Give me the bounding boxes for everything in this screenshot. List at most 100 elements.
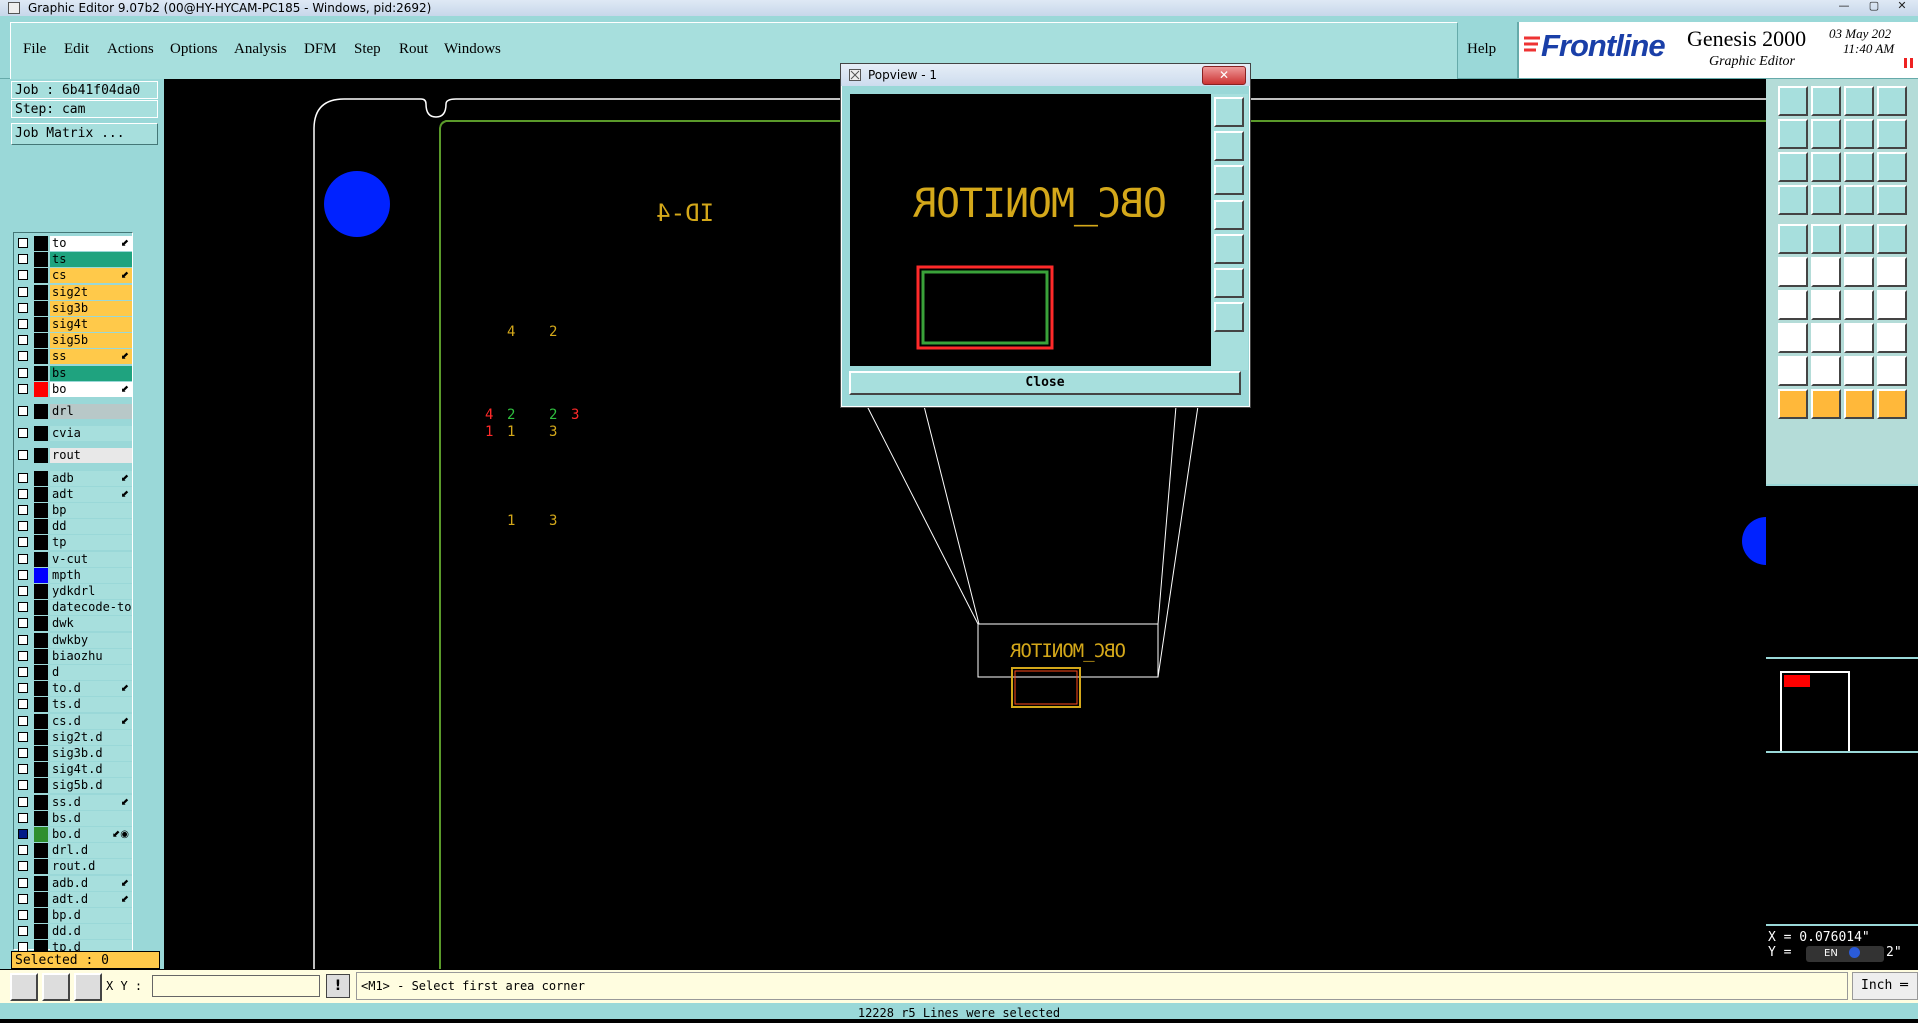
layer-color-swatch[interactable] — [34, 778, 48, 794]
zoom-back-icon[interactable] — [1811, 86, 1841, 116]
layer-checkbox[interactable] — [18, 877, 28, 888]
layer-color-swatch[interactable] — [34, 794, 48, 810]
layer-checkbox[interactable] — [18, 270, 28, 281]
layer-row[interactable]: sig5b.d — [14, 778, 132, 794]
layer-color-swatch[interactable] — [34, 681, 48, 697]
layer-color-swatch[interactable] — [34, 713, 48, 729]
close-window-icon[interactable]: ✕ — [1890, 0, 1914, 14]
layer-name[interactable]: drl.d — [50, 843, 132, 859]
layer-color-swatch[interactable] — [34, 827, 48, 842]
layer-checkbox[interactable] — [18, 553, 28, 564]
layer-color-swatch[interactable] — [34, 729, 48, 745]
layer-row[interactable]: adt ⬋ — [14, 486, 132, 502]
zoom-center-icon[interactable] — [1811, 152, 1841, 182]
layer-color-swatch[interactable] — [34, 551, 48, 567]
menu-dfm[interactable]: DFM — [304, 41, 337, 58]
layer-checkbox[interactable] — [18, 488, 28, 499]
popview-zoom-fit-icon[interactable] — [1214, 97, 1244, 127]
layer-name[interactable]: dd — [50, 519, 132, 535]
layer-row[interactable]: dwk — [14, 616, 132, 632]
select-net-icon[interactable] — [1844, 389, 1874, 419]
layer-color-swatch[interactable] — [34, 503, 48, 518]
popview-canvas[interactable]: OBC_MONITOR — [850, 94, 1211, 366]
layer-row[interactable]: sig4t.d — [14, 762, 132, 778]
select-box-icon[interactable] — [1811, 389, 1841, 419]
zoom-left-icon[interactable] — [1778, 119, 1808, 149]
layer-color-swatch[interactable] — [34, 365, 48, 381]
outline-triangle-icon[interactable] — [1811, 356, 1841, 386]
layer-name[interactable]: tp — [50, 535, 132, 551]
layer-name[interactable]: cvia — [50, 426, 132, 442]
layer-name[interactable]: sig3b.d — [50, 746, 132, 761]
layer-row[interactable]: ts — [14, 252, 132, 268]
menu-analysis[interactable]: Analysis — [234, 41, 287, 58]
menu-windows[interactable]: Windows — [444, 41, 501, 58]
layer-name[interactable]: ts.d — [50, 697, 132, 713]
layer-color-swatch[interactable] — [34, 924, 48, 940]
layer-name[interactable]: ts — [50, 252, 132, 268]
layer-row[interactable]: sig4t — [14, 317, 132, 332]
arc-icon[interactable] — [1844, 290, 1874, 320]
layer-color-swatch[interactable] — [34, 859, 48, 875]
layer-name[interactable]: bs — [50, 365, 132, 381]
layer-color-swatch[interactable] — [34, 426, 48, 442]
add-line-icon[interactable] — [1811, 224, 1841, 254]
layer-color-swatch[interactable] — [34, 300, 48, 316]
snap-icon[interactable] — [1778, 185, 1808, 215]
layer-name[interactable]: sig4t — [50, 317, 132, 332]
layer-color-swatch[interactable] — [34, 746, 48, 761]
layer-name[interactable]: rout — [50, 448, 132, 464]
scale-1-2-icon[interactable] — [1844, 152, 1874, 182]
layer-checkbox[interactable] — [18, 537, 28, 548]
layer-name[interactable]: sig3b — [50, 300, 132, 316]
layer-row[interactable]: sig5b — [14, 333, 132, 349]
layer-name[interactable]: bp — [50, 503, 132, 518]
overview-board[interactable] — [1780, 671, 1850, 753]
layer-row[interactable]: ts.d — [14, 697, 132, 713]
layer-checkbox[interactable] — [18, 893, 28, 904]
pause-icon[interactable] — [1902, 58, 1916, 68]
layer-row[interactable]: adt.d ⬋ — [14, 891, 132, 907]
layer-row[interactable]: rout.d — [14, 859, 132, 875]
layer-row[interactable]: ss.d ⬋ — [14, 794, 132, 810]
layer-checkbox[interactable] — [18, 796, 28, 807]
cross-icon[interactable] — [1811, 257, 1841, 287]
popview-close-button[interactable]: Close — [849, 371, 1241, 395]
layer-color-swatch[interactable] — [34, 252, 48, 268]
layer-row[interactable]: to ⬋ — [14, 236, 132, 251]
zoom-home-icon[interactable] — [1778, 86, 1808, 116]
menu-file[interactable]: File — [23, 41, 46, 58]
move-icon[interactable] — [1844, 257, 1874, 287]
layer-row[interactable]: dd.d — [14, 924, 132, 940]
select-path-icon[interactable] — [1877, 389, 1907, 419]
layer-row[interactable]: dwkby — [14, 632, 132, 648]
popview-pan-up-icon[interactable] — [1214, 131, 1244, 161]
fill-triangle-icon[interactable] — [1778, 356, 1808, 386]
layer-row[interactable]: cvia — [14, 426, 132, 442]
maximize-icon[interactable]: ▢ — [1862, 0, 1886, 14]
layer-checkbox[interactable] — [18, 428, 28, 439]
layer-name[interactable]: sig2t — [50, 284, 132, 300]
layer-row[interactable]: sig2t — [14, 284, 132, 300]
popview-zoom-in-icon[interactable] — [1214, 268, 1244, 298]
snap-mode-icon[interactable] — [10, 973, 38, 1001]
layer-checkbox[interactable] — [18, 812, 28, 823]
menu-edit[interactable]: Edit — [64, 41, 89, 58]
angle-icon[interactable] — [1778, 290, 1808, 320]
layer-net-icon[interactable] — [1877, 185, 1907, 215]
layer-color-swatch[interactable] — [34, 535, 48, 551]
layer-row[interactable]: cs ⬋ — [14, 268, 132, 284]
zoom-right-icon[interactable] — [1811, 119, 1841, 149]
layer-color-swatch[interactable] — [34, 381, 48, 397]
layer-name[interactable]: bp.d — [50, 908, 132, 923]
layer-name[interactable]: biaozhu — [50, 648, 132, 664]
layer-checkbox[interactable] — [18, 383, 28, 394]
layer-color-swatch[interactable] — [34, 567, 48, 583]
layer-row[interactable]: to.d ⬋ — [14, 681, 132, 697]
layer-checkbox[interactable] — [18, 472, 28, 483]
query-icon[interactable] — [1877, 152, 1907, 182]
layer-row[interactable]: rout — [14, 448, 132, 464]
layer-color-swatch[interactable] — [34, 284, 48, 300]
triangle-alt-icon[interactable] — [1877, 356, 1907, 386]
layer-row[interactable]: adb ⬋ — [14, 470, 132, 486]
